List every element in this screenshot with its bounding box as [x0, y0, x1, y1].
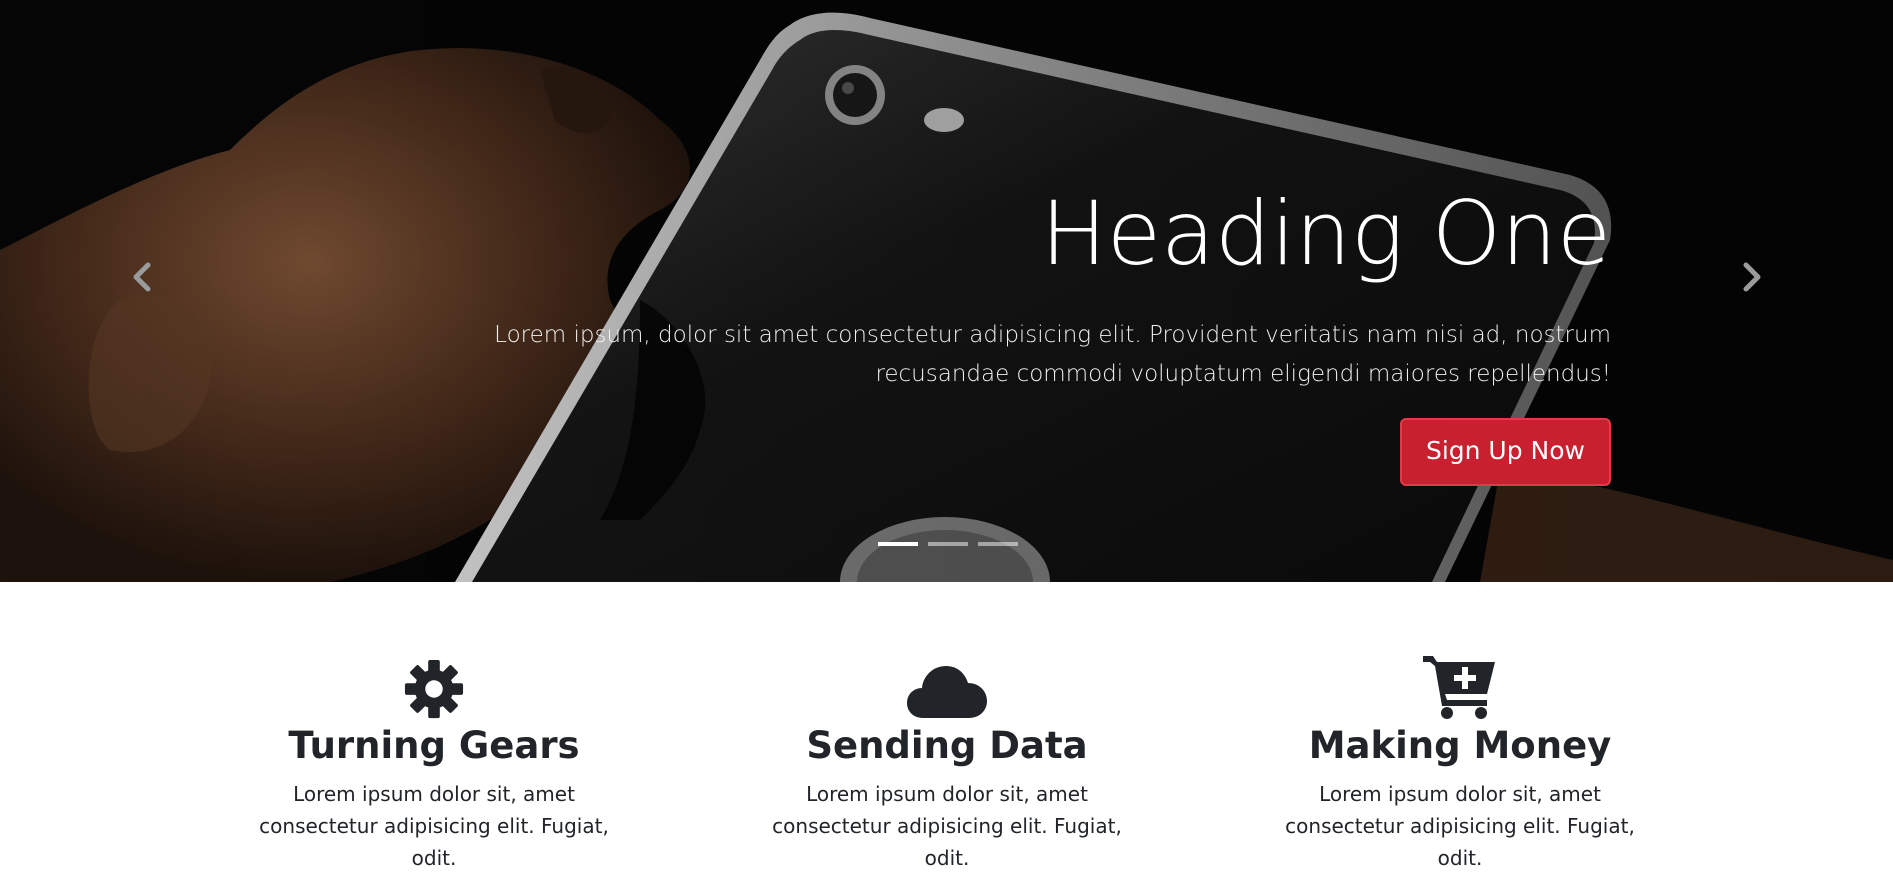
- carousel-indicator-2[interactable]: [928, 542, 968, 546]
- cloud-icon: [907, 666, 987, 718]
- carousel-caption: Heading One Lorem ipsum, dolor sit amet …: [371, 178, 1611, 486]
- chevron-right-icon: [1743, 262, 1761, 292]
- carousel-indicator-3[interactable]: [978, 542, 1018, 546]
- feature-turning-gears: Turning Gears Lorem ipsum dolor sit, ame…: [224, 644, 644, 874]
- chevron-left-icon: [133, 262, 151, 292]
- hero-heading: Heading One: [1040, 182, 1611, 285]
- feature-title: Sending Data: [806, 724, 1088, 767]
- sign-up-button[interactable]: Sign Up Now: [1399, 418, 1611, 486]
- feature-text: Lorem ipsum dolor sit, amet consectetur …: [1285, 782, 1635, 870]
- feature-sending-data: Sending Data Lorem ipsum dolor sit, amet…: [737, 644, 1157, 874]
- feature-title: Making Money: [1308, 724, 1612, 767]
- carousel-prev-button[interactable]: [122, 255, 162, 299]
- gear-icon: [404, 659, 464, 719]
- feature-text: Lorem ipsum dolor sit, amet consectetur …: [772, 782, 1122, 870]
- carousel-indicator-1[interactable]: [878, 542, 918, 546]
- features-section: Turning Gears Lorem ipsum dolor sit, ame…: [0, 582, 1893, 870]
- feature-making-money: Making Money Lorem ipsum dolor sit, amet…: [1250, 644, 1670, 874]
- cart-plus-icon: [1423, 656, 1495, 719]
- hero-text: Lorem ipsum, dolor sit amet consectetur …: [494, 322, 1611, 387]
- carousel-next-button[interactable]: [1732, 255, 1772, 299]
- feature-text: Lorem ipsum dolor sit, amet consectetur …: [259, 782, 609, 870]
- hero-carousel: Heading One Lorem ipsum, dolor sit amet …: [0, 0, 1893, 582]
- carousel-indicators: [878, 542, 1018, 546]
- feature-title: Turning Gears: [288, 724, 580, 767]
